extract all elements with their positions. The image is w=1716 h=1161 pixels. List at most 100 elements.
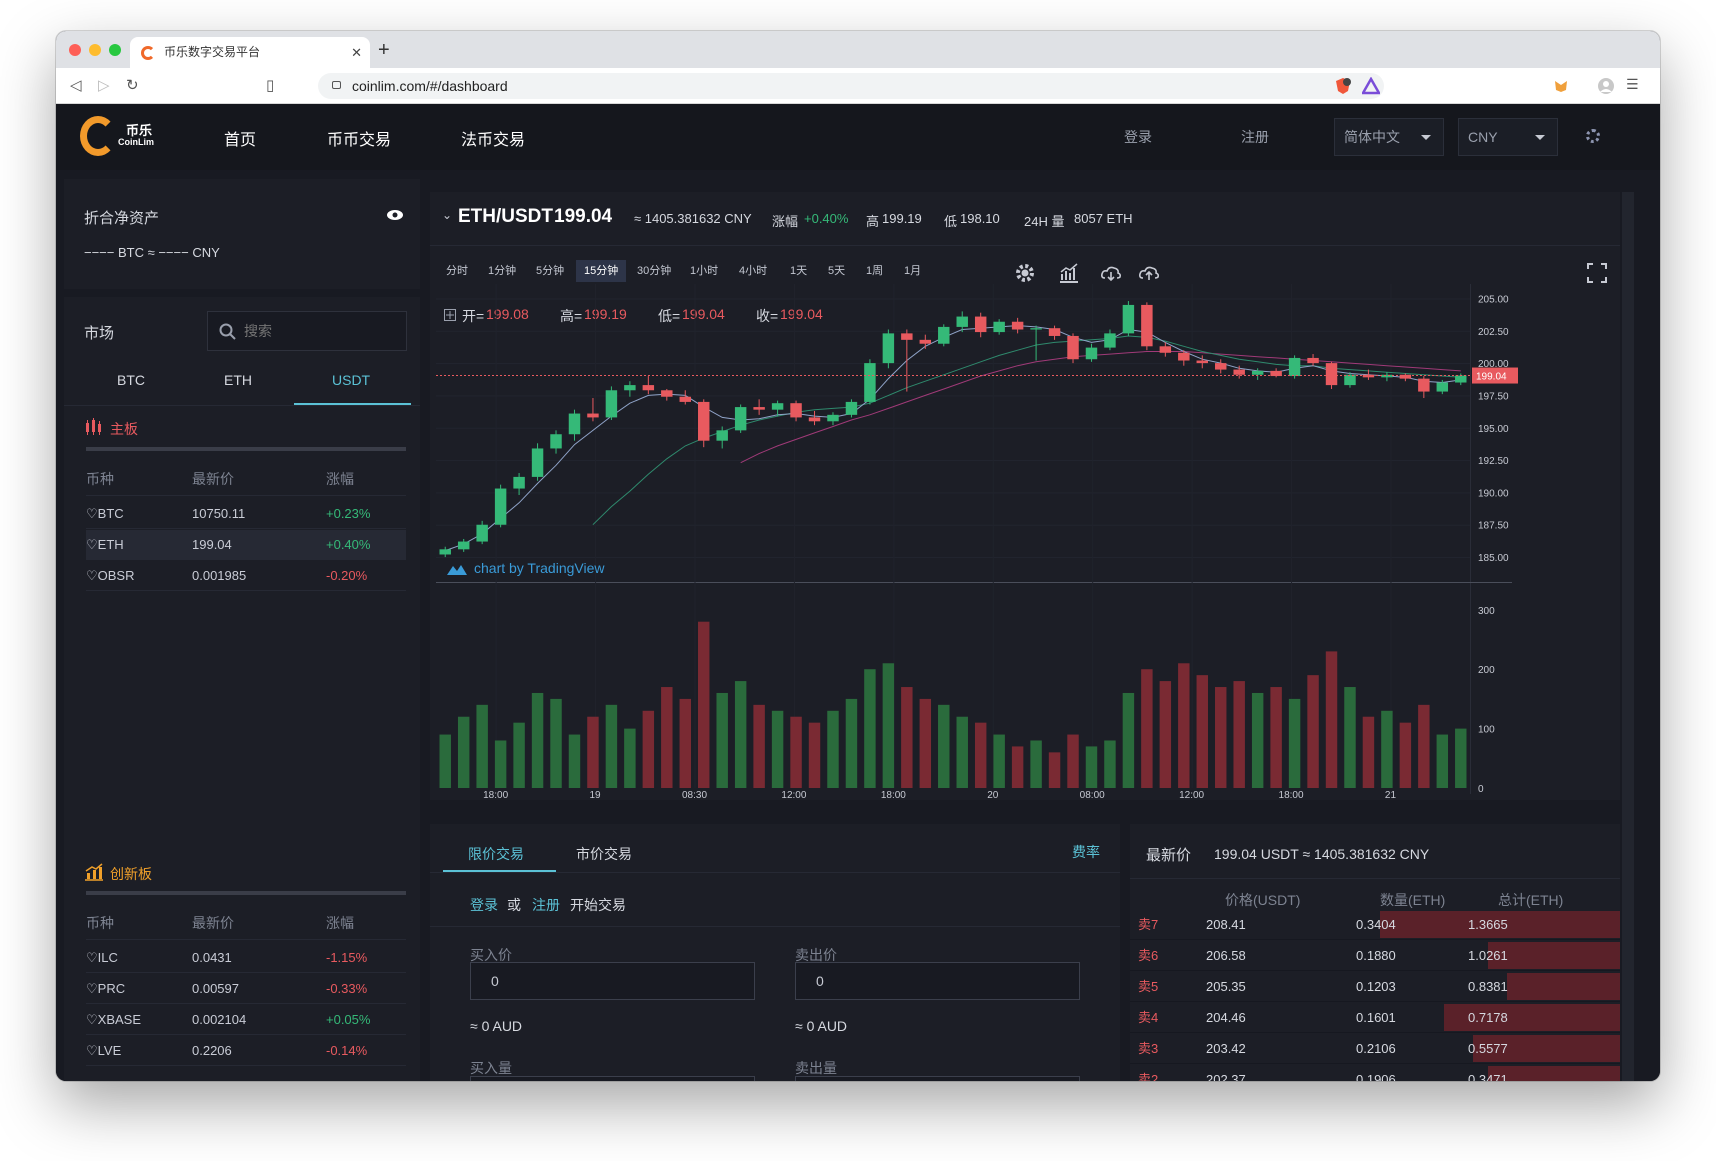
orderbook-title: 最新价 xyxy=(1146,847,1192,864)
buy-amount-input[interactable] xyxy=(470,1076,755,1081)
nav-home[interactable]: 首页 xyxy=(224,126,256,150)
close-tab-icon[interactable]: ✕ xyxy=(351,37,362,68)
market-tab-btc[interactable]: BTC xyxy=(117,372,145,388)
bookmark-icon[interactable]: ▯ xyxy=(266,76,274,94)
market-coin: ♡ILC xyxy=(86,950,118,965)
ask-row[interactable]: 卖3 203.42 0.2106 0.5577 xyxy=(1130,1033,1620,1064)
profile-avatar-icon[interactable] xyxy=(1597,77,1615,95)
coinlim-logo-icon[interactable] xyxy=(80,116,116,156)
market-tab-eth[interactable]: ETH xyxy=(224,372,252,388)
minimize-window-button[interactable] xyxy=(89,44,101,56)
market-change: -1.15% xyxy=(326,950,368,965)
ask-total: 1.3665 xyxy=(1468,917,1508,932)
brave-shield-icon[interactable] xyxy=(1334,77,1352,95)
volume-bar xyxy=(661,687,673,788)
volume-tick-label: 0 xyxy=(1478,784,1484,795)
maximize-window-button[interactable] xyxy=(109,44,121,56)
tab-limit-order[interactable]: 限价交易 xyxy=(468,844,524,864)
market-row-prc[interactable]: ♡PRC 0.00597 -0.33% xyxy=(86,974,406,1004)
market-search-input[interactable] xyxy=(244,320,394,342)
fee-link[interactable]: 费率 xyxy=(1072,842,1100,862)
candlestick-chart[interactable]: 205.00202.50200.00197.50195.00192.50190.… xyxy=(430,192,1620,800)
orderbook-col-price: 价格(USDT) xyxy=(1225,892,1301,908)
pane-separator xyxy=(436,582,1512,583)
reload-icon[interactable]: ↻ xyxy=(126,76,139,94)
grid-line xyxy=(436,460,1470,462)
market-row-obsr[interactable]: ♡OBSR 0.001985 -0.20% xyxy=(86,561,406,591)
close-window-button[interactable] xyxy=(69,44,81,56)
price-tick-label: 187.50 xyxy=(1478,521,1509,532)
market-tab-usdt[interactable]: USDT xyxy=(332,372,370,388)
ask-price: 203.42 xyxy=(1206,1041,1246,1056)
currency-select[interactable]: CNY xyxy=(1458,118,1558,156)
language-select[interactable]: 简体中文 xyxy=(1334,118,1444,156)
volume-bar xyxy=(1196,675,1208,788)
metamask-icon[interactable] xyxy=(1552,77,1570,95)
candle-wick xyxy=(1367,369,1369,380)
site-header: 币乐 CoinLim 首页 币币交易 法币交易 登录 注册 简体中文 CNY xyxy=(56,104,1660,170)
volume-bar xyxy=(882,663,895,788)
trade-register-link[interactable]: 注册 xyxy=(532,895,560,915)
volume-bar xyxy=(1436,734,1449,788)
market-price: 0.00597 xyxy=(192,981,239,996)
settings-gear-icon[interactable] xyxy=(1586,129,1600,143)
ask-row[interactable]: 卖4 204.46 0.1601 0.7178 xyxy=(1130,1002,1620,1033)
trade-tabs-divider xyxy=(430,872,1120,873)
volume-bar xyxy=(1104,740,1116,788)
address-bar[interactable]: coinlim.com/#/dashboard xyxy=(318,73,1384,99)
eye-icon[interactable] xyxy=(386,209,404,221)
brave-rewards-icon[interactable] xyxy=(1362,77,1380,95)
volume-bar xyxy=(1030,740,1042,788)
market-row-ilc[interactable]: ♡ILC 0.0431 -1.15% xyxy=(86,943,406,973)
candle-body xyxy=(901,333,913,340)
register-link[interactable]: 注册 xyxy=(1241,127,1269,147)
market-price: 0.001985 xyxy=(192,568,247,583)
sell-price-input[interactable]: 0 xyxy=(795,962,1080,1000)
search-icon xyxy=(219,323,236,340)
market-row-lve[interactable]: ♡LVE 0.2206 -0.14% xyxy=(86,1036,406,1066)
ask-label: 卖6 xyxy=(1138,948,1159,963)
price-tick-label: 192.50 xyxy=(1478,456,1509,467)
volume-bar xyxy=(1067,734,1079,788)
trade-login-link[interactable]: 登录 xyxy=(470,895,498,915)
ask-price: 205.35 xyxy=(1206,979,1246,994)
ask-row[interactable]: 卖6 206.58 0.1880 1.0261 xyxy=(1130,940,1620,971)
market-search[interactable] xyxy=(207,311,407,351)
ask-price: 208.41 xyxy=(1206,917,1246,932)
ask-label: 卖2 xyxy=(1138,1072,1159,1081)
market-price: 0.2206 xyxy=(192,1043,232,1058)
back-icon[interactable]: ◁ xyxy=(70,76,82,94)
net-assets-title: 折合净资产 xyxy=(84,210,160,227)
growth-chart-icon xyxy=(85,863,103,881)
browser-tab[interactable]: 币乐数字交易平台 ✕ xyxy=(130,37,370,68)
ask-row[interactable]: 卖7 208.41 0.3404 1.3665 xyxy=(1130,909,1620,940)
volume-bar xyxy=(919,698,932,788)
tab-market-order[interactable]: 市价交易 xyxy=(576,844,632,864)
buy-price-input[interactable]: 0 xyxy=(470,962,755,1000)
nav-fiat-trading[interactable]: 法币交易 xyxy=(461,126,525,150)
volume-bar xyxy=(513,722,525,788)
new-tab-button[interactable]: + xyxy=(378,37,390,63)
price-tick-label: 202.50 xyxy=(1478,327,1509,338)
nav-coin-trading[interactable]: 币币交易 xyxy=(327,126,391,150)
market-row-btc[interactable]: ♡BTC 10750.11 +0.23% xyxy=(86,499,406,529)
market-row-eth[interactable]: ♡ETH 199.04 +0.40% xyxy=(86,530,406,560)
forward-icon[interactable]: ▷ xyxy=(98,76,110,94)
candle-body xyxy=(1436,382,1449,392)
candle-body xyxy=(790,403,802,418)
ask-row[interactable]: 卖2 202.37 0.1906 0.3471 xyxy=(1130,1064,1620,1081)
page-scrollbar[interactable] xyxy=(1622,192,1634,1081)
sell-amount-input[interactable] xyxy=(795,1076,1080,1081)
col-coin: 币种 xyxy=(86,471,114,487)
vertical-grid-line xyxy=(992,284,994,788)
tradingview-watermark[interactable]: chart by TradingView xyxy=(474,560,604,576)
exchange-page: 币乐 CoinLim 首页 币币交易 法币交易 登录 注册 简体中文 CNY 折… xyxy=(56,104,1660,1081)
login-link[interactable]: 登录 xyxy=(1124,127,1152,147)
time-tick-label: 20 xyxy=(987,790,999,800)
market-row-xbase[interactable]: ♡XBASE 0.002104 +0.05% xyxy=(86,1005,406,1035)
ask-row[interactable]: 卖5 205.35 0.1203 0.8381 xyxy=(1130,971,1620,1002)
browser-menu-icon[interactable]: ☰ xyxy=(1626,76,1639,93)
candle-body xyxy=(974,316,987,333)
buy-approx: ≈ 0 AUD xyxy=(470,1018,523,1034)
volume-bar xyxy=(476,704,488,788)
